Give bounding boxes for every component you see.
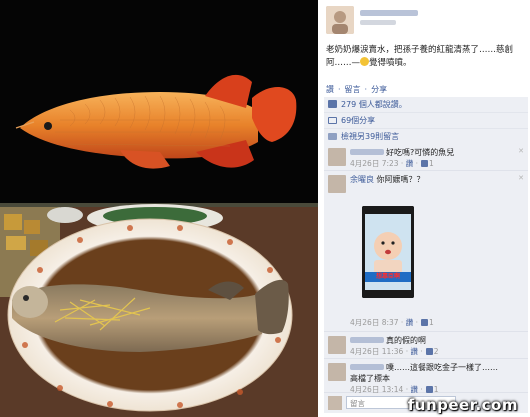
poster-avatar[interactable] — [326, 6, 354, 34]
shares-count-row[interactable]: 69個分享 — [324, 113, 528, 129]
like-link[interactable]: 讚 — [326, 85, 334, 94]
commenter-avatar[interactable] — [328, 363, 346, 381]
commenter-name-blurred[interactable] — [350, 149, 384, 155]
comment-text: 你阿嬤嗎？？ — [376, 175, 425, 184]
comment-link[interactable]: 留言 — [345, 85, 361, 94]
share-icon — [328, 117, 337, 124]
post-text-line1: 老奶奶爆淚賣水，把孫子養的紅龍清蒸了……慈創 — [326, 45, 514, 55]
fish-photo — [0, 0, 318, 417]
commenter-avatar[interactable] — [328, 175, 346, 193]
commenter-avatar[interactable] — [328, 148, 346, 166]
comment-meta: 4月26日 11:36 · 讚 · 2 — [350, 347, 439, 356]
comment-like-link[interactable]: 讚 — [406, 318, 414, 327]
comment-item: 噗……這餐跟吃金子一樣了…… 高檔了標本 4月26日 13:14 · 讚 · 1 — [324, 359, 528, 394]
post-text: 老奶奶爆淚賣水，把孫子養的紅龍清蒸了……慈創 阿……— 覺得噴噴。 — [326, 44, 526, 70]
thumbs-up-icon — [420, 319, 428, 326]
comment-text: 噗……這餐跟吃金子一樣了…… — [386, 363, 498, 372]
comment-like-link[interactable]: 讚 — [406, 159, 414, 168]
viewer-avatar — [328, 396, 342, 410]
view-more-comments-row[interactable]: 檢視另39則留言 — [324, 129, 528, 145]
comment-meta: 4月26日 7:23 · 讚 · 1 — [350, 159, 434, 168]
separator: · — [338, 85, 341, 94]
thumbs-up-icon — [420, 160, 428, 167]
separator: · — [364, 85, 368, 94]
share-link[interactable]: 分享 — [371, 85, 387, 94]
comment-text: 真的假的啊 — [386, 336, 426, 345]
watermark: funpeer.com — [407, 396, 518, 414]
comment-like-link[interactable]: 讚 — [410, 347, 418, 356]
comment-text: 好吃嗎?可憐的魚兒 — [386, 148, 455, 157]
post-stats: 279 個人都說讚。 69個分享 檢視另39則留言 — [324, 97, 528, 145]
comment-item: 余曜良 你阿嬤嗎？？ 想靠臣啊 4月26日 8:37 · 讚 · 1 ✕ — [324, 171, 528, 332]
comment-image[interactable]: 想靠臣啊 — [362, 206, 414, 298]
commenter-avatar[interactable] — [328, 336, 346, 354]
comment-meta: 4月26日 8:37 · 讚 · 1 — [350, 318, 434, 327]
post-time-blurred — [360, 20, 396, 25]
emoticon-icon — [360, 57, 370, 66]
thumbs-up-icon — [425, 348, 433, 355]
comment-bubble-icon — [328, 133, 337, 140]
thumbs-up-icon — [425, 386, 433, 393]
close-icon[interactable]: ✕ — [518, 174, 524, 182]
post-header — [326, 6, 526, 36]
post-actions: 讚 · 留言 · 分享 — [326, 84, 526, 95]
poster-name-blurred[interactable] — [360, 10, 418, 16]
commenter-name[interactable]: 余曜良 — [350, 175, 374, 184]
post-text-line2: 阿……— 覺得噴噴。 — [326, 57, 412, 68]
facebook-post-panel: 老奶奶爆淚賣水，把孫子養的紅龍清蒸了……慈創 阿……— 覺得噴噴。 讚 · 留言 · 分享… — [318, 0, 530, 417]
comment-text-cont: 高檔了標本 — [350, 374, 390, 383]
thumbs-up-icon — [328, 100, 337, 108]
comment-item: 真的假的啊 4月26日 11:36 · 讚 · 2 — [324, 332, 528, 359]
commenter-name-blurred[interactable] — [350, 337, 384, 343]
comment-item: 好吃嗎?可憐的魚兒 4月26日 7:23 · 讚 · 1 ✕ — [324, 144, 528, 171]
commenter-name-blurred[interactable] — [350, 364, 384, 370]
likes-count-row[interactable]: 279 個人都說讚。 — [324, 97, 528, 113]
image-caption: 想靠臣啊 — [375, 273, 400, 280]
close-icon[interactable]: ✕ — [518, 147, 524, 155]
